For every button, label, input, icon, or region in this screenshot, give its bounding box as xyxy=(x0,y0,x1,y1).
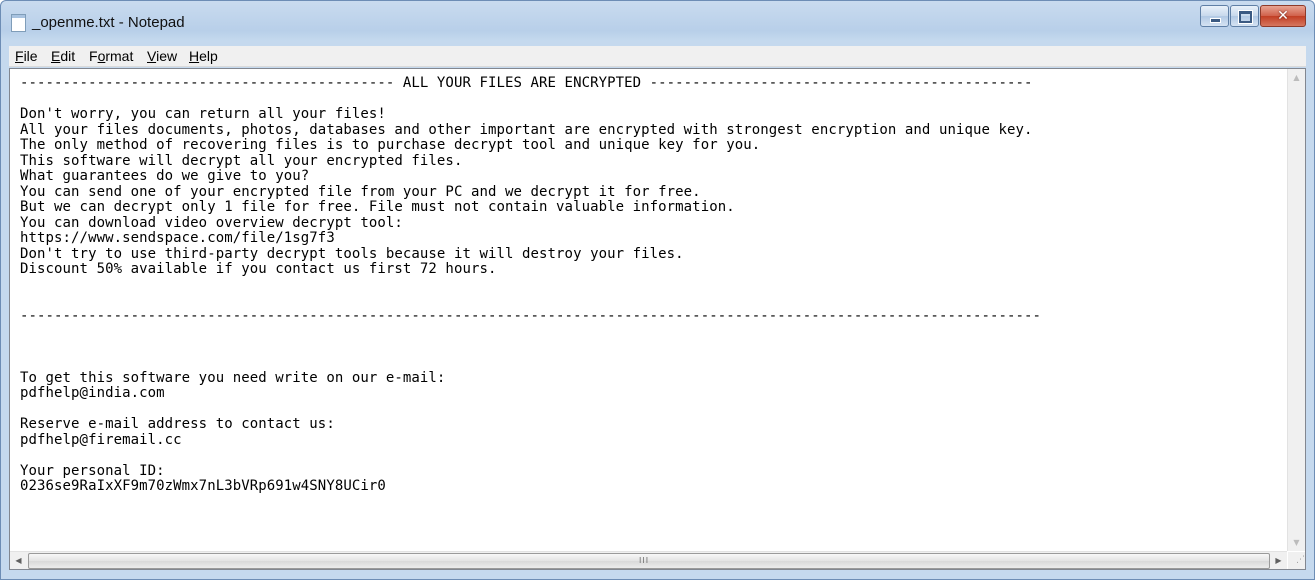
text-line: Don't try to use third-party decrypt too… xyxy=(20,245,684,262)
maximize-button[interactable] xyxy=(1230,5,1259,27)
scroll-down-icon[interactable]: ▼ xyxy=(1288,534,1305,551)
vertical-scrollbar[interactable]: ▲ ▼ xyxy=(1287,69,1305,551)
text-line: pdfhelp@firemail.cc xyxy=(20,431,182,448)
text-line xyxy=(20,340,1285,356)
text-line: All your files documents, photos, databa… xyxy=(20,121,1033,138)
text-line xyxy=(20,92,1285,108)
horizontal-scroll-thumb[interactable]: III xyxy=(28,553,1270,569)
menu-edit[interactable]: Edit xyxy=(51,48,75,64)
text-line xyxy=(20,293,1285,309)
text-line: Don't worry, you can return all your fil… xyxy=(20,106,386,122)
text-line: But we can decrypt only 1 file for free.… xyxy=(20,199,735,215)
text-line: What guarantees do we give to you? xyxy=(20,168,310,184)
grip-icon: III xyxy=(639,556,650,565)
menu-format[interactable]: Format xyxy=(89,48,133,64)
text-line: The only method of recovering files is t… xyxy=(20,137,761,153)
text-line xyxy=(20,448,1285,464)
menu-file[interactable]: File xyxy=(15,48,38,64)
notepad-window: _openme.txt - Notepad ✕ File Edit Format… xyxy=(0,0,1315,580)
notepad-icon[interactable] xyxy=(11,14,26,32)
text-line: pdfhelp@india.com xyxy=(20,385,165,401)
text-line xyxy=(20,324,1285,340)
text-line: This software will decrypt all your encr… xyxy=(20,152,463,169)
title-bar[interactable]: _openme.txt - Notepad ✕ xyxy=(1,1,1314,41)
text-line xyxy=(20,355,1285,371)
text-line: You can download video overview decrypt … xyxy=(20,214,403,231)
minimize-button[interactable] xyxy=(1200,5,1229,27)
text-line: Discount 50% available if you contact us… xyxy=(20,261,497,277)
horizontal-scrollbar[interactable]: ◀ III ▶ xyxy=(10,551,1287,569)
text-line: 0236se9RaIxXF9m70zWmx7nL3bVRp691w4SNY8UC… xyxy=(20,478,386,494)
window-title: _openme.txt - Notepad xyxy=(32,14,185,31)
size-grip-icon[interactable]: ⋰ xyxy=(1288,552,1305,569)
text-line xyxy=(20,278,1285,294)
document-text[interactable]: ----------------------------------------… xyxy=(20,76,1285,544)
menu-view[interactable]: View xyxy=(147,48,177,64)
text-line: ----------------------------------------… xyxy=(20,307,1042,324)
scroll-up-icon[interactable]: ▲ xyxy=(1288,69,1305,86)
text-line: Reserve e-mail address to contact us: xyxy=(20,416,335,432)
close-button[interactable]: ✕ xyxy=(1260,5,1306,27)
scroll-right-icon[interactable]: ▶ xyxy=(1270,552,1287,569)
menu-help[interactable]: Help xyxy=(189,48,218,64)
close-icon: ✕ xyxy=(1277,8,1289,24)
text-line: To get this software you need write on o… xyxy=(20,369,446,386)
text-line: Your personal ID: xyxy=(20,462,165,479)
text-line: ----------------------------------------… xyxy=(20,76,1033,91)
caption-buttons: ✕ xyxy=(1199,5,1306,27)
scroll-left-icon[interactable]: ◀ xyxy=(10,552,27,569)
text-line: https://www.sendspace.com/file/1sg7f3 xyxy=(20,230,335,246)
minimize-icon xyxy=(1210,18,1221,23)
text-editor[interactable]: ----------------------------------------… xyxy=(9,68,1306,570)
text-line: You can send one of your encrypted file … xyxy=(20,183,701,200)
maximize-icon xyxy=(1238,10,1253,24)
menu-bar: File Edit Format View Help xyxy=(9,46,1306,67)
text-line xyxy=(20,402,1285,418)
